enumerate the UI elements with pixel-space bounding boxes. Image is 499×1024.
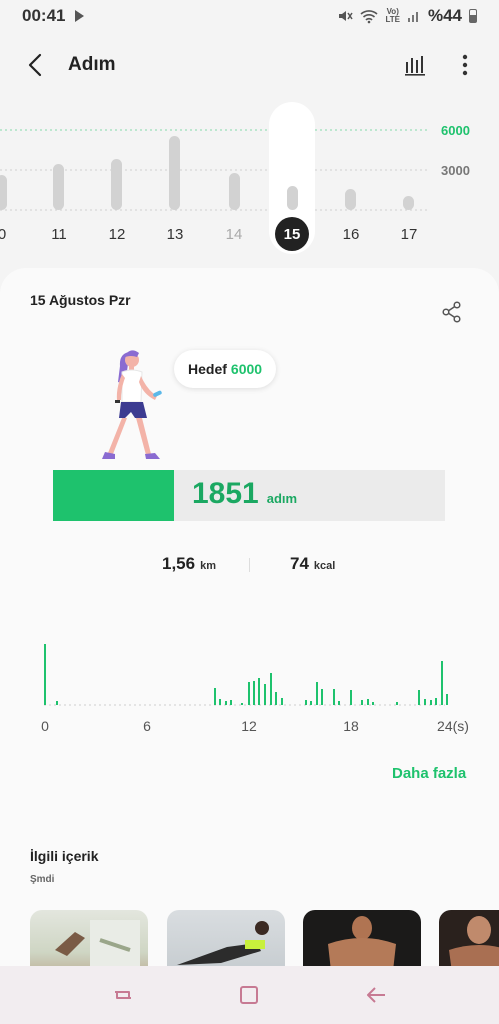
steps-unit: adım bbox=[266, 491, 298, 506]
related-content-title: İlgili içerik bbox=[30, 848, 99, 864]
signal-icon bbox=[407, 12, 418, 22]
app-bar: Adım bbox=[0, 40, 499, 90]
play-icon bbox=[75, 10, 85, 22]
share-button[interactable] bbox=[440, 300, 464, 324]
back-nav-icon bbox=[366, 987, 385, 1003]
battery-percent: %44 bbox=[427, 6, 462, 25]
related-content-subtitle: Şmdi bbox=[30, 874, 55, 885]
distance-stat: 1,56 km bbox=[162, 554, 216, 574]
hour-label-24: 24(s) bbox=[437, 718, 469, 734]
recent-apps-icon bbox=[115, 991, 132, 999]
hourly-steps-chart[interactable]: 0 6 12 18 24(s) bbox=[0, 628, 499, 748]
weekly-steps-chart[interactable]: 6000 3000 0 11 12 13 14 15 16 17 bbox=[0, 100, 499, 260]
trends-button[interactable] bbox=[401, 51, 429, 79]
more-vert-icon bbox=[462, 54, 468, 76]
related-thumbnail-2[interactable] bbox=[167, 910, 285, 968]
week-bar-13[interactable] bbox=[169, 136, 180, 210]
related-thumbnail-1[interactable] bbox=[30, 910, 148, 968]
day-label-12: 12 bbox=[109, 226, 126, 243]
lte-bottom-label: LTE bbox=[385, 15, 400, 24]
status-time: 00:41 bbox=[22, 6, 66, 25]
calorie-stat: 74 kcal bbox=[290, 554, 335, 574]
week-bar-17[interactable] bbox=[403, 196, 414, 210]
hour-label-18: 18 bbox=[343, 718, 359, 734]
day-label-17: 17 bbox=[401, 226, 418, 243]
lte-icon: Vo) LTE bbox=[385, 8, 400, 24]
workout-photo-2 bbox=[177, 921, 269, 965]
week-bar-11[interactable] bbox=[53, 164, 64, 210]
mute-icon bbox=[339, 11, 354, 21]
hourly-bars bbox=[44, 644, 448, 705]
weekly-steps-svg[interactable]: 6000 3000 0 11 12 13 14 15 16 17 bbox=[0, 100, 499, 260]
week-bar-0[interactable] bbox=[0, 175, 7, 210]
steps-count: 1851 adım bbox=[192, 477, 297, 511]
related-thumbnail-4[interactable] bbox=[439, 910, 499, 968]
steps-value: 1851 bbox=[192, 477, 259, 510]
related-content-carousel[interactable] bbox=[30, 910, 499, 968]
stats-divider bbox=[249, 558, 250, 572]
day-label-15: 15 bbox=[284, 226, 301, 243]
workout-photo-4 bbox=[449, 916, 499, 968]
week-bar-12[interactable] bbox=[111, 159, 122, 210]
home-icon bbox=[240, 986, 259, 1004]
hour-label-12: 12 bbox=[241, 718, 257, 734]
steps-progress-fill bbox=[53, 470, 174, 521]
bar-chart-icon bbox=[405, 56, 425, 76]
walker-illustration bbox=[102, 350, 162, 459]
day-label-11: 11 bbox=[51, 226, 67, 243]
selected-date: 15 Ağustos Pzr bbox=[30, 292, 131, 308]
more-details-link[interactable]: Daha fazla bbox=[392, 765, 466, 782]
status-bar: 00:41 Vo) LTE %44 bbox=[0, 0, 499, 32]
status-icons: Vo) LTE %44 bbox=[337, 6, 477, 26]
navigation-bar bbox=[0, 966, 499, 1024]
back-icon bbox=[28, 53, 42, 77]
related-thumbnail-3[interactable] bbox=[303, 910, 421, 968]
goal-bubble: Hedef 6000 bbox=[174, 350, 277, 388]
week-bar-14[interactable] bbox=[229, 173, 240, 210]
more-options-button[interactable] bbox=[451, 51, 479, 79]
mid-axis-label: 3000 bbox=[441, 163, 470, 178]
day-label-0: 0 bbox=[0, 226, 6, 243]
goal-label: Hedef bbox=[188, 361, 227, 377]
wifi-icon bbox=[360, 10, 378, 24]
battery-icon bbox=[469, 9, 477, 23]
share-icon bbox=[442, 301, 461, 323]
week-bar-16[interactable] bbox=[345, 189, 356, 210]
distance-unit: km bbox=[200, 560, 216, 572]
home-button[interactable] bbox=[229, 975, 269, 1015]
workout-photo-3 bbox=[328, 916, 396, 968]
page-title: Adım bbox=[68, 54, 116, 75]
daily-detail-card: 15 Ağustos Pzr Hedef 6000 1851 adım 1,56… bbox=[0, 268, 499, 968]
recent-apps-button[interactable] bbox=[103, 975, 143, 1015]
system-back-button[interactable] bbox=[356, 975, 396, 1015]
daily-stats: 1,56 km 74 kcal bbox=[0, 550, 499, 580]
goal-axis-label: 6000 bbox=[441, 123, 470, 138]
calorie-unit: kcal bbox=[313, 560, 336, 572]
day-label-14: 14 bbox=[226, 226, 243, 243]
day-label-16: 16 bbox=[343, 226, 360, 243]
calorie-value: 74 bbox=[290, 554, 309, 573]
hour-label-6: 6 bbox=[143, 718, 151, 734]
back-button[interactable] bbox=[20, 50, 50, 80]
goal-value: 6000 bbox=[230, 361, 263, 377]
distance-value: 1,56 bbox=[162, 554, 196, 573]
workout-photo-1 bbox=[55, 920, 140, 968]
hour-label-0: 0 bbox=[41, 718, 49, 734]
day-label-13: 13 bbox=[167, 226, 184, 243]
week-bar-15[interactable] bbox=[287, 186, 298, 210]
